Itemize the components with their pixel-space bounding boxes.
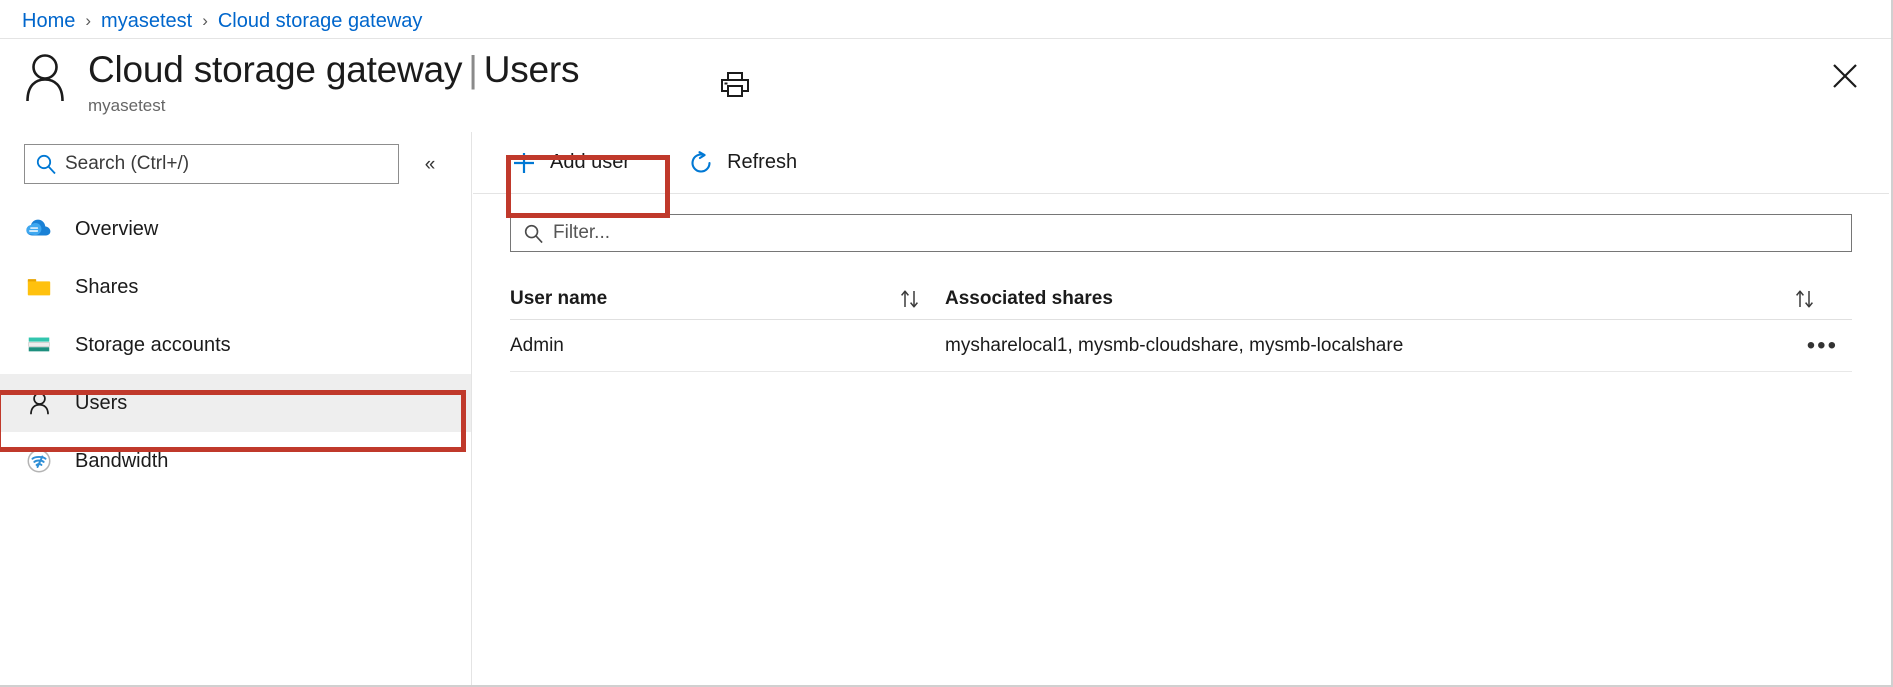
table-header-row: User name Associated shares [510,278,1852,320]
table-row[interactable]: Admin mysharelocal1, mysmb-cloudshare, m… [510,320,1852,372]
person-icon [24,388,54,418]
breadcrumb-item-cloud-storage-gateway[interactable]: Cloud storage gateway [218,10,423,33]
sort-updown-icon[interactable] [1792,288,1852,310]
azure-portal-blade: Home › myasetest › Cloud storage gateway… [0,0,1893,687]
column-header-user-name: User name [510,288,945,310]
sidebar: Search (Ctrl+/) « Overview Shares Storag… [0,132,472,685]
ellipsis-icon[interactable]: ••• [1807,333,1852,357]
sidebar-item-bandwidth[interactable]: Bandwidth [0,432,471,490]
search-input-placeholder: Search (Ctrl+/) [65,153,190,174]
sidebar-item-label: Bandwidth [75,449,169,472]
header-divider [0,38,1891,39]
print-icon[interactable] [718,70,752,100]
sidebar-item-overview[interactable]: Overview [0,200,471,258]
page-subtitle: myasetest [88,96,166,115]
breadcrumb-separator-icon: › [202,11,208,30]
search-input[interactable]: Search (Ctrl+/) [24,144,399,184]
filter-input[interactable]: Filter... [510,214,1852,252]
cell-user-name: Admin [510,334,564,356]
filter-input-placeholder: Filter... [553,222,611,243]
blade-title-row: Cloud storage gateway | Users myasetest [22,46,580,118]
sort-updown-icon[interactable] [897,288,945,310]
main-content: Add user Refresh Filter... User name Ass… [473,132,1889,685]
bandwidth-wifi-icon [24,446,54,476]
column-header-label: Associated shares [945,287,1113,309]
breadcrumb-item-home[interactable]: Home [22,10,75,33]
sidebar-item-label: Storage accounts [75,333,231,356]
users-table: User name Associated shares Admin myshar… [510,278,1852,372]
sidebar-item-label: Shares [75,275,139,298]
plus-icon [511,150,537,176]
filter-row: Filter... [473,194,1889,252]
sidebar-item-shares[interactable]: Shares [0,258,471,316]
column-header-associated-shares: Associated shares [945,288,1852,310]
sidebar-item-label: Overview [75,217,159,240]
add-user-label: Add user [550,151,631,173]
cell-associated-shares-value: mysharelocal1, mysmb-cloudshare, mysmb-l… [945,334,1404,356]
command-bar: Add user Refresh [473,132,1889,194]
sidebar-nav-list: Overview Shares Storage accounts Users B… [0,200,471,490]
close-icon[interactable] [1829,60,1861,92]
sidebar-search-row: Search (Ctrl+/) « [0,132,471,184]
cloud-icon [24,214,54,244]
page-title-section: Users [483,49,580,90]
breadcrumb-separator-icon: › [85,11,92,30]
sidebar-item-storage-accounts[interactable]: Storage accounts [0,316,471,374]
sidebar-item-label: Users [75,391,128,414]
folder-icon [24,272,54,302]
sidebar-item-users[interactable]: Users [0,374,471,432]
breadcrumb-item-myasetest[interactable]: myasetest [101,10,192,33]
person-icon [26,54,64,102]
search-icon [36,154,56,175]
refresh-button[interactable]: Refresh [682,143,803,183]
search-icon [524,224,543,243]
page-title-separator: | [468,49,478,90]
page-title: Cloud storage gateway | Users [88,46,580,94]
refresh-icon [688,150,714,176]
add-user-button[interactable]: Add user [505,143,636,183]
page-title-resource: Cloud storage gateway [88,49,463,90]
chevron-double-left-icon[interactable]: « [417,151,443,177]
column-header-label: User name [510,287,608,309]
breadcrumb: Home › myasetest › Cloud storage gateway [22,6,422,36]
storage-account-icon [24,330,54,360]
cell-associated-shares: mysharelocal1, mysmb-cloudshare, mysmb-l… [945,333,1852,357]
refresh-label: Refresh [727,151,798,173]
